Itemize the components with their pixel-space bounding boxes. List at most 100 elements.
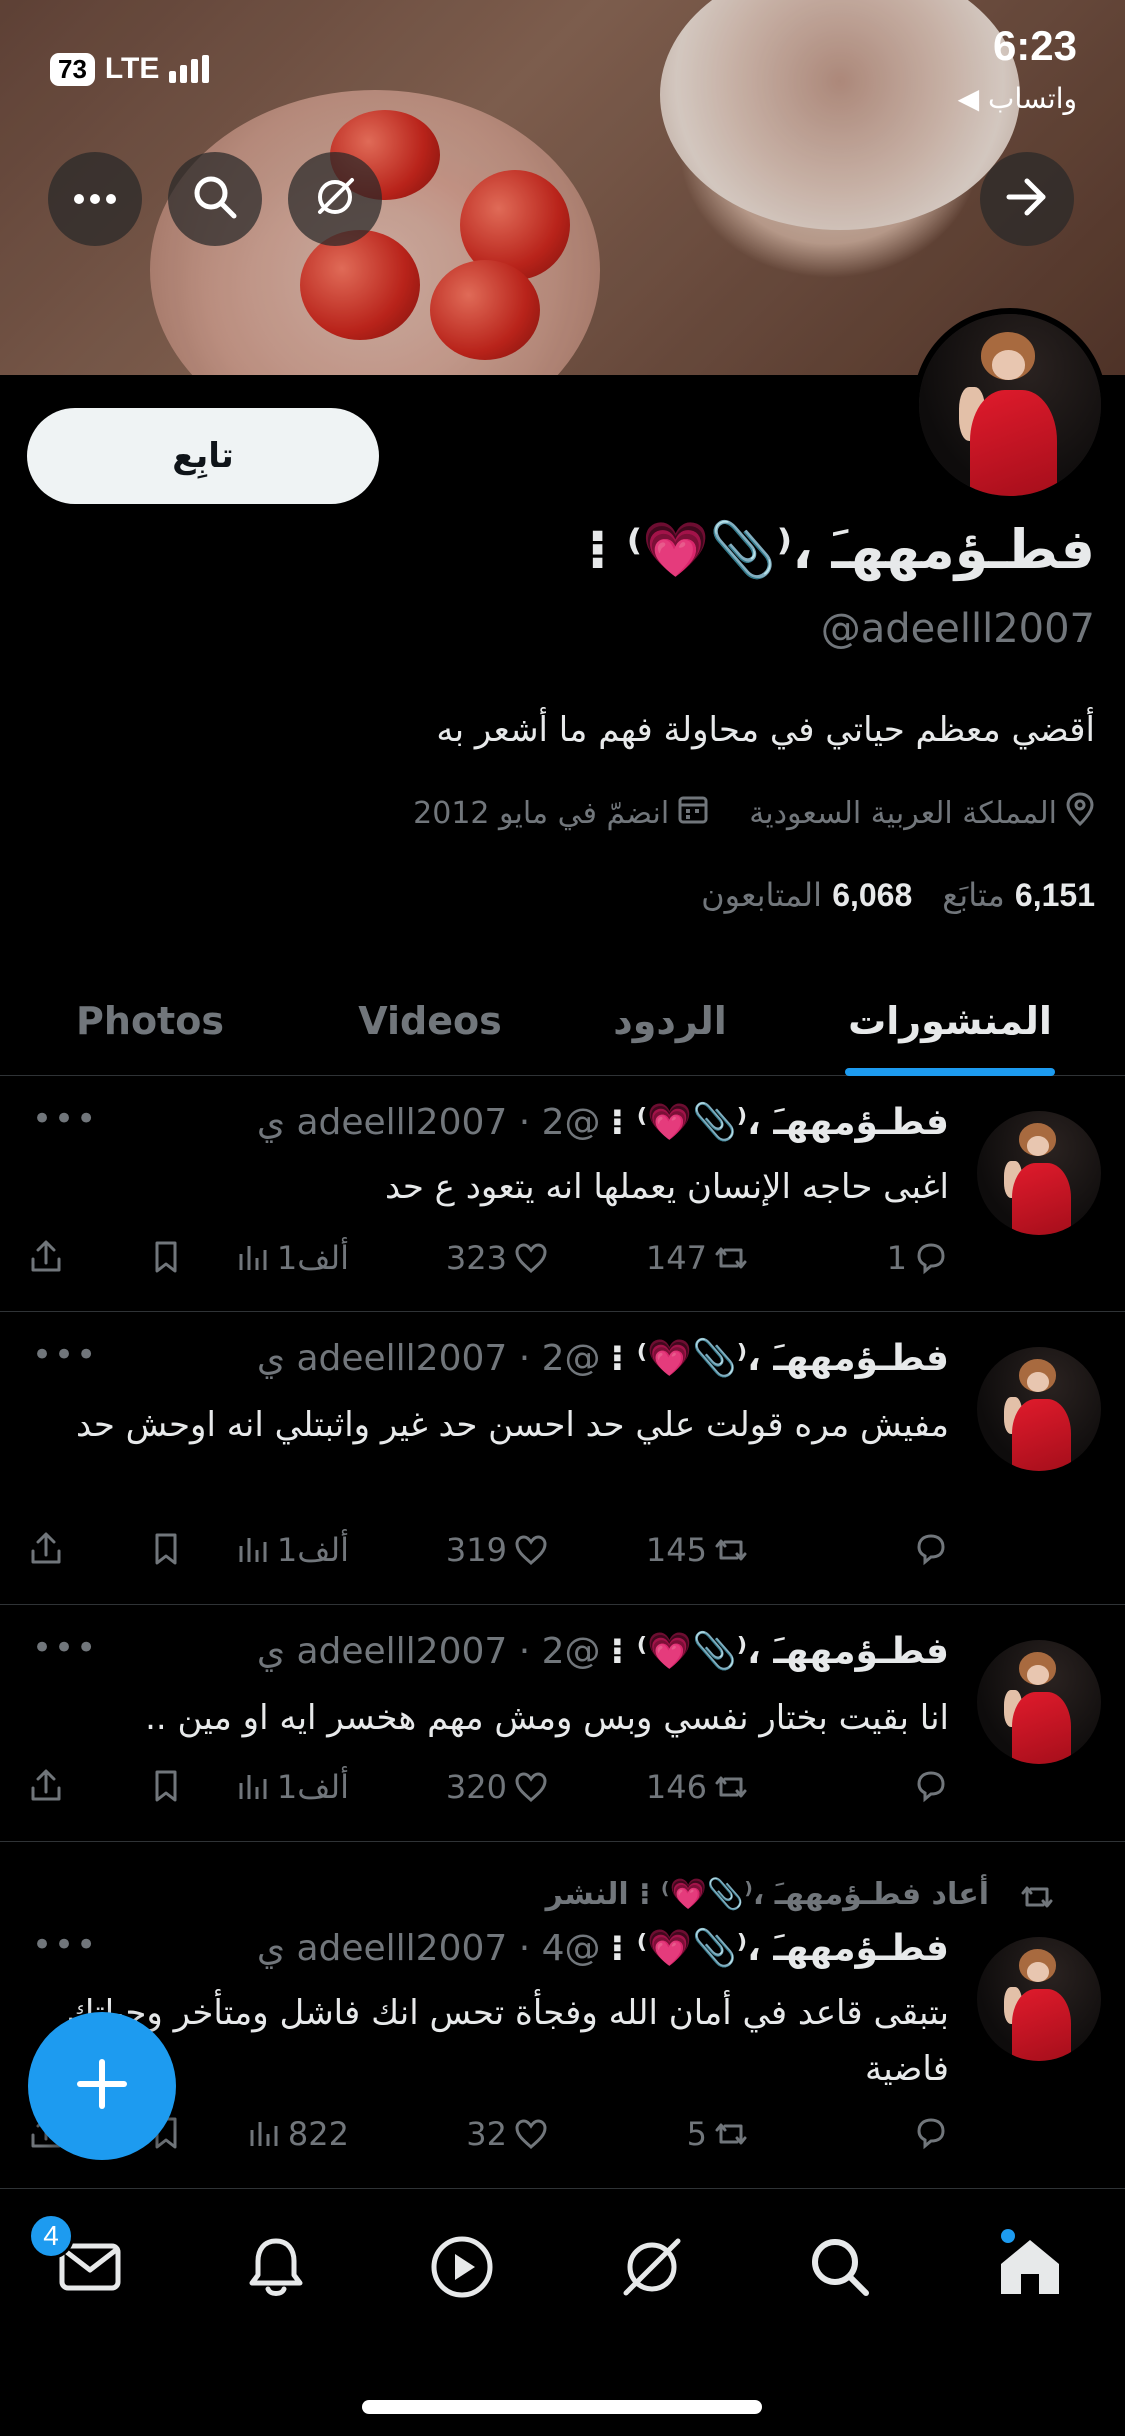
nav-grok[interactable] [612, 2229, 692, 2309]
bookmark-button[interactable] [148, 1531, 184, 1567]
followers-link[interactable]: 6,068 المتابعون [701, 876, 912, 914]
bookmark-button[interactable] [148, 1768, 184, 1804]
tweet-author-name[interactable]: فطـؤمههـَ ،⁽📎💗⁾ ⁝ [611, 1337, 949, 1379]
messages-badge: 4 [28, 2213, 74, 2259]
nav-home[interactable] [990, 2229, 1070, 2309]
views-count: 1ألف [276, 1768, 349, 1806]
tweet-meta: @adeelll2007 · 2 ي [256, 1338, 601, 1379]
retweet-label[interactable]: أعاد فطـؤمههـَ ،⁽📎💗⁾ ⁝ النشر [546, 1877, 989, 1912]
views-icon [250, 2122, 278, 2146]
grok-button[interactable] [288, 152, 382, 246]
share-button[interactable] [28, 1239, 64, 1275]
reply-button[interactable] [907, 2115, 949, 2151]
reply-button[interactable]: 1 [887, 1239, 949, 1277]
like-button[interactable]: 323 [446, 1239, 549, 1277]
tweet-text: انا بقيت بختار نفسي وبس ومش مهم هخسر ايه… [145, 1698, 949, 1738]
like-button[interactable]: 320 [446, 1768, 549, 1806]
views-button[interactable]: 1ألف [235, 1239, 349, 1277]
heart-icon [515, 1243, 547, 1273]
back-button[interactable] [980, 152, 1074, 246]
tweet-actions: 146 320 1ألف [28, 1768, 949, 1818]
tweet-item[interactable]: فطـؤمههـَ ،⁽📎💗⁾ ⁝ @adeelll2007 · 2 ي •••… [0, 1313, 1125, 1605]
tweet-item[interactable]: فطـؤمههـَ ،⁽📎💗⁾ ⁝ @adeelll2007 · 2 ي •••… [0, 1077, 1125, 1312]
tweet-avatar[interactable] [977, 1640, 1101, 1764]
tweet-more-button[interactable]: ••• [32, 1099, 98, 1139]
like-count: 32 [466, 2115, 507, 2153]
calendar-icon [677, 793, 709, 833]
share-button[interactable] [28, 1768, 64, 1804]
follow-button[interactable]: تابِع [27, 408, 379, 504]
tweet-more-button[interactable]: ••• [32, 1925, 98, 1965]
retweet-button[interactable]: 146 [646, 1768, 749, 1806]
tweet-more-button[interactable]: ••• [32, 1628, 98, 1668]
tab-replies[interactable]: الردود [580, 966, 760, 1076]
share-icon [31, 1769, 61, 1801]
nav-search[interactable] [800, 2229, 880, 2309]
tweet-author-name[interactable]: فطـؤمههـَ ،⁽📎💗⁾ ⁝ [611, 1927, 949, 1969]
tweet-item[interactable]: فطـؤمههـَ ،⁽📎💗⁾ ⁝ @adeelll2007 · 2 ي •••… [0, 1606, 1125, 1842]
tweet-author-name[interactable]: فطـؤمههـَ ،⁽📎💗⁾ ⁝ [611, 1101, 949, 1143]
retweet-button[interactable]: 145 [646, 1531, 749, 1569]
retweet-count: 5 [686, 2115, 707, 2153]
reply-button[interactable] [907, 1768, 949, 1804]
profile-name: فطـؤمههـَ ،⁽📎💗⁾ ⁝ [587, 518, 1095, 581]
nav-notifications[interactable] [236, 2229, 316, 2309]
tweet-avatar[interactable] [977, 1111, 1101, 1235]
location-icon [1065, 792, 1095, 834]
network-type: LTE [104, 52, 160, 85]
ellipsis-icon [73, 190, 117, 209]
compose-button[interactable] [28, 2012, 176, 2160]
views-button[interactable]: 822 [246, 2115, 349, 2153]
reply-icon [917, 1534, 945, 1566]
retweet-button[interactable]: 147 [646, 1239, 749, 1277]
bell-icon [246, 2235, 306, 2303]
reply-button[interactable] [907, 1531, 949, 1567]
bookmark-button[interactable] [148, 1239, 184, 1275]
tab-videos[interactable]: Videos [340, 966, 520, 1076]
profile-handle: @adeelll2007 [820, 606, 1095, 652]
bottom-navigation: 4 [0, 2188, 1125, 2436]
retweet-count: 146 [645, 1768, 707, 1806]
play-icon [429, 2234, 495, 2304]
following-label: متابَع [942, 876, 1005, 914]
like-button[interactable]: 319 [446, 1531, 549, 1569]
tweet-avatar[interactable] [977, 1937, 1101, 2061]
like-button[interactable]: 32 [466, 2115, 549, 2153]
views-icon [239, 1775, 267, 1799]
tweet-more-button[interactable]: ••• [32, 1335, 98, 1375]
share-icon [31, 1240, 61, 1272]
retweet-count: 145 [645, 1531, 707, 1569]
tweet-author-name[interactable]: فطـؤمههـَ ،⁽📎💗⁾ ⁝ [611, 1630, 949, 1672]
profile-stats: 6,151 متابَع 6,068 المتابعون [701, 876, 1095, 914]
heart-icon [515, 2119, 547, 2149]
search-button[interactable] [168, 152, 262, 246]
tweet-item[interactable]: أعاد فطـؤمههـَ ،⁽📎💗⁾ ⁝ النشر فطـؤمههـَ ،… [0, 1843, 1125, 2188]
tweet-meta: @adeelll2007 · 2 ي [256, 1631, 601, 1672]
profile-avatar[interactable] [913, 308, 1107, 502]
tweet-actions: 1 147 323 1ألف [28, 1239, 949, 1289]
tab-posts[interactable]: المنشورات [840, 966, 1060, 1076]
battery-level: 73 [50, 52, 95, 86]
followers-label: المتابعون [701, 876, 823, 914]
grok-icon [312, 174, 358, 224]
tweet-text: اغبى حاجه الإنسان يعملها انه يتعود ع حد [385, 1167, 949, 1207]
more-button[interactable] [48, 152, 142, 246]
views-button[interactable]: 1ألف [235, 1768, 349, 1806]
following-link[interactable]: 6,151 متابَع [942, 876, 1095, 914]
back-to-app[interactable]: ◀ واتساب [958, 82, 1077, 115]
share-button[interactable] [28, 1531, 64, 1567]
views-count: 1ألف [276, 1239, 349, 1277]
views-button[interactable]: 1ألف [235, 1531, 349, 1569]
tweet-avatar[interactable] [977, 1347, 1101, 1471]
bookmark-icon [155, 1770, 177, 1802]
home-indicator [362, 2400, 762, 2414]
retweet-icon [715, 2123, 747, 2145]
retweet-button[interactable]: 5 [687, 2115, 749, 2153]
like-count: 323 [445, 1239, 507, 1277]
views-icon [239, 1538, 267, 1562]
tab-photos[interactable]: Photos [60, 966, 240, 1076]
heart-icon [515, 1535, 547, 1565]
nav-videos[interactable] [422, 2229, 502, 2309]
tweet-actions: 145 319 1ألف [28, 1531, 949, 1581]
views-count: 822 [287, 2115, 349, 2153]
